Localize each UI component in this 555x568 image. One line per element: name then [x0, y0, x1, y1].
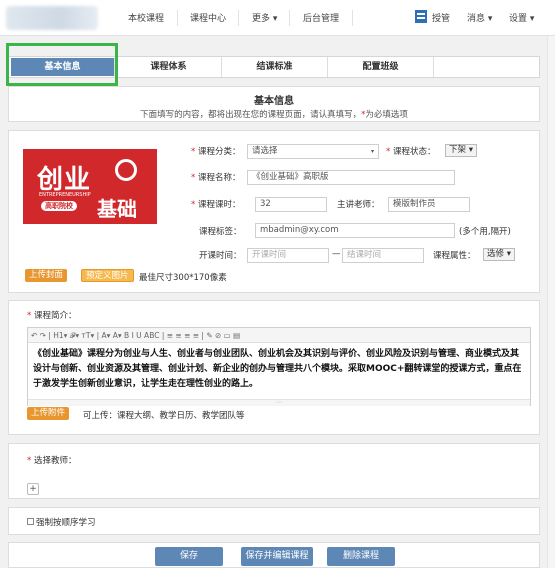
teacher-select-label: * 选择教师：	[27, 454, 76, 466]
hours-label: * 课程课时：	[191, 198, 240, 210]
sequence-label: 强制按顺序学习	[36, 518, 96, 528]
nav-divider	[238, 10, 239, 26]
preset-image-button[interactable]: 预定义图片	[81, 269, 134, 282]
tab-course-structure[interactable]: 课程体系	[116, 57, 222, 77]
nav-admin[interactable]: 后台管理	[303, 11, 339, 24]
cover-subtitle: ENTREPRENEURSHIP	[39, 192, 91, 198]
required-star: *	[386, 147, 391, 157]
category-label-text: 课程分类：	[197, 147, 241, 157]
course-tags-input[interactable]: mbadmin@xy.com	[255, 223, 455, 238]
upload-attachment-button[interactable]: 上传附件	[27, 407, 70, 420]
sequence-checkbox[interactable]	[27, 518, 34, 525]
required-star: *	[191, 147, 196, 157]
select-teacher-panel: * 选择教师： +	[8, 443, 540, 499]
editor-toolbar[interactable]: ↶ ↷ | H1▾ 𝓕▾ ᴛT▾ | A▾ A▾ B I U ABC | ≡ ≡…	[28, 328, 530, 343]
desc-text: 下面填写的内容，都将出现在您的课程页面，请认真填写，	[140, 110, 362, 120]
course-name-input[interactable]: 《创业基础》高职版	[247, 170, 455, 185]
tags-hint: (多个用,隔开)	[459, 227, 511, 237]
manage-icon[interactable]	[415, 10, 427, 23]
nav-divider	[289, 10, 290, 26]
cover-title-1: 创业	[37, 165, 92, 195]
desc-text-end: 为必填选项	[365, 110, 408, 120]
teacher-select-label-text: 选择教师：	[33, 456, 77, 466]
tags-label: 课程标签：	[199, 227, 242, 237]
chevron-down-icon: ▾	[370, 148, 374, 155]
required-star: *	[191, 173, 196, 183]
attr-label: 课程属性：	[433, 251, 476, 261]
nav-school-courses[interactable]: 本校课程	[128, 11, 164, 24]
tab-assign-class[interactable]: 配置班级	[328, 57, 434, 77]
end-date-input[interactable]: 结课时间	[342, 248, 424, 263]
info-header-panel: 基本信息 下面填写的内容，都将出现在您的课程页面，请认真填写，*为必填选项	[8, 86, 540, 122]
intro-label-text: 课程简介：	[33, 311, 77, 321]
nav-messages[interactable]: 消息 ▾	[467, 11, 492, 24]
lightbulb-icon	[115, 159, 137, 181]
cover-badge: 高职院校	[41, 201, 77, 211]
required-star: *	[27, 456, 32, 466]
teacher-label: 主讲老师：	[337, 200, 380, 210]
nav-more[interactable]: 更多 ▾	[252, 11, 277, 24]
tab-highlight-frame	[6, 43, 118, 86]
nav-divider	[177, 10, 178, 26]
cover-size-hint: 最佳尺寸300*170像素	[139, 273, 227, 283]
nav-settings[interactable]: 设置 ▾	[509, 11, 534, 24]
status-label-text: 课程状态：	[392, 147, 436, 157]
name-label-text: 课程名称：	[197, 173, 241, 183]
add-teacher-button[interactable]: +	[27, 483, 39, 495]
save-button[interactable]: 保存	[155, 547, 223, 566]
required-star: *	[27, 311, 32, 321]
section-title: 基本信息	[254, 96, 294, 107]
nav-manage[interactable]: 授管	[432, 11, 450, 24]
delete-course-button[interactable]: 删除课程	[327, 547, 395, 566]
intro-label: * 课程简介：	[27, 309, 76, 321]
editor-resize-handle[interactable]: ⋯	[28, 399, 530, 406]
nav-course-center[interactable]: 课程中心	[190, 11, 226, 24]
required-star: *	[191, 200, 196, 210]
top-navbar: 本校课程 课程中心 更多 ▾ 后台管理 授管 消息 ▾ 设置 ▾	[0, 0, 555, 36]
course-hours-input[interactable]: 32	[255, 197, 327, 212]
editor-content[interactable]: 《创业基础》课程分为创业与人生、创业者与创业团队、创业机会及其识别与评价、创业风…	[33, 347, 527, 392]
name-label: * 课程名称：	[191, 171, 240, 183]
nav-divider	[352, 10, 353, 26]
scrollbar[interactable]	[547, 36, 555, 568]
open-time-label: 开课时间：	[199, 251, 242, 261]
sequence-panel: 强制按顺序学习	[8, 507, 540, 535]
start-date-input[interactable]: 开课时间	[247, 248, 329, 263]
hours-label-text: 课程课时：	[197, 200, 241, 210]
attr-select[interactable]: 选修 ▾	[483, 248, 515, 261]
category-value: 请选择	[252, 146, 278, 156]
category-select[interactable]: 请选择 ▾	[247, 144, 379, 159]
cover-title-2: 基础	[97, 197, 137, 221]
basic-info-form: 创业 ENTREPRENEURSHIP 高职院校 基础 上传封面 预定义图片 最…	[8, 130, 540, 293]
course-intro-panel: * 课程简介： ↶ ↷ | H1▾ 𝓕▾ ᴛT▾ | A▾ A▾ B I U A…	[8, 300, 540, 435]
section-description: 下面填写的内容，都将出现在您的课程页面，请认真填写，*为必填选项	[9, 108, 539, 120]
category-label: * 课程分类：	[191, 145, 240, 157]
attachment-hint: 可上传：课程大纲、教学日历、教学团队等	[83, 411, 245, 421]
action-bar: 保存 保存并编辑课程 删除课程	[8, 542, 540, 568]
upload-cover-button[interactable]: 上传封面	[25, 269, 68, 282]
course-cover-image: 创业 ENTREPRENEURSHIP 高职院校 基础	[23, 149, 157, 224]
status-label: * 课程状态：	[386, 145, 435, 157]
site-logo[interactable]	[6, 6, 98, 30]
date-separator: —	[332, 249, 341, 259]
save-and-edit-button[interactable]: 保存并编辑课程	[241, 547, 313, 566]
rich-text-editor[interactable]: ↶ ↷ | H1▾ 𝓕▾ ᴛT▾ | A▾ A▾ B I U ABC | ≡ ≡…	[27, 327, 531, 406]
main-teacher-input[interactable]: 模版制作员	[388, 197, 470, 212]
status-select[interactable]: 下架 ▾	[445, 144, 477, 157]
tab-completion-standard[interactable]: 结课标准	[222, 57, 328, 77]
